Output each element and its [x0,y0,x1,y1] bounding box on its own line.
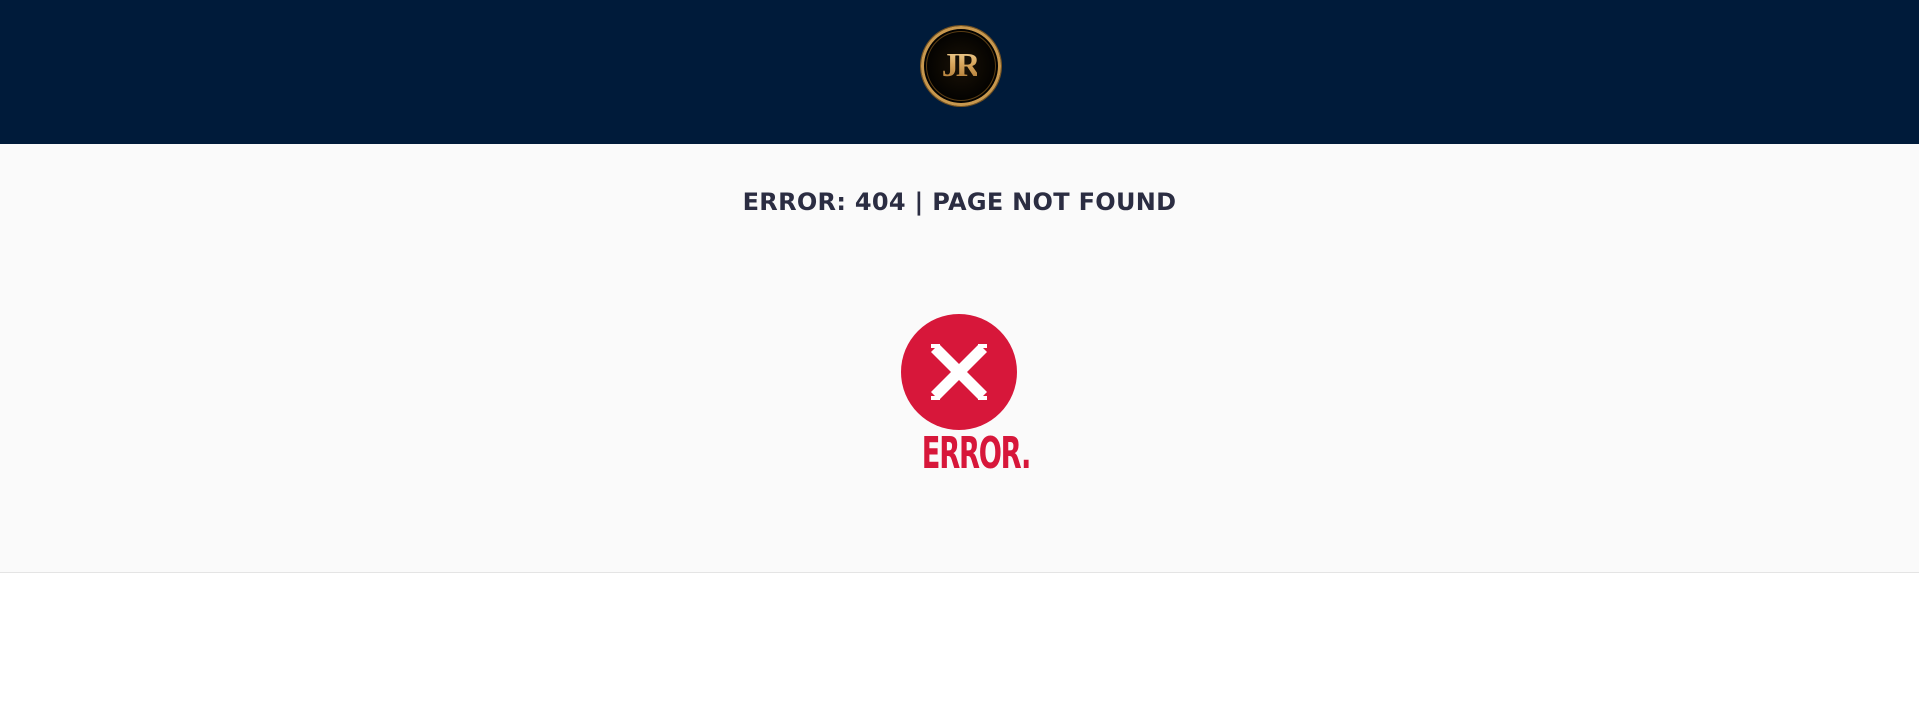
page-blank-area [0,573,1919,727]
page-title: ERROR: 404 | PAGE NOT FOUND [742,188,1177,216]
site-logo[interactable]: JR [921,26,1001,106]
error-content: ERROR: 404 | PAGE NOT FOUND ERROR. [0,144,1919,573]
logo-text: JR [941,47,981,84]
error-badge [901,314,1017,430]
error-illustration: ERROR. [899,314,1032,494]
site-header: JR [0,0,1919,144]
close-x-icon [931,344,987,400]
error-word: ERROR. [921,428,1032,479]
